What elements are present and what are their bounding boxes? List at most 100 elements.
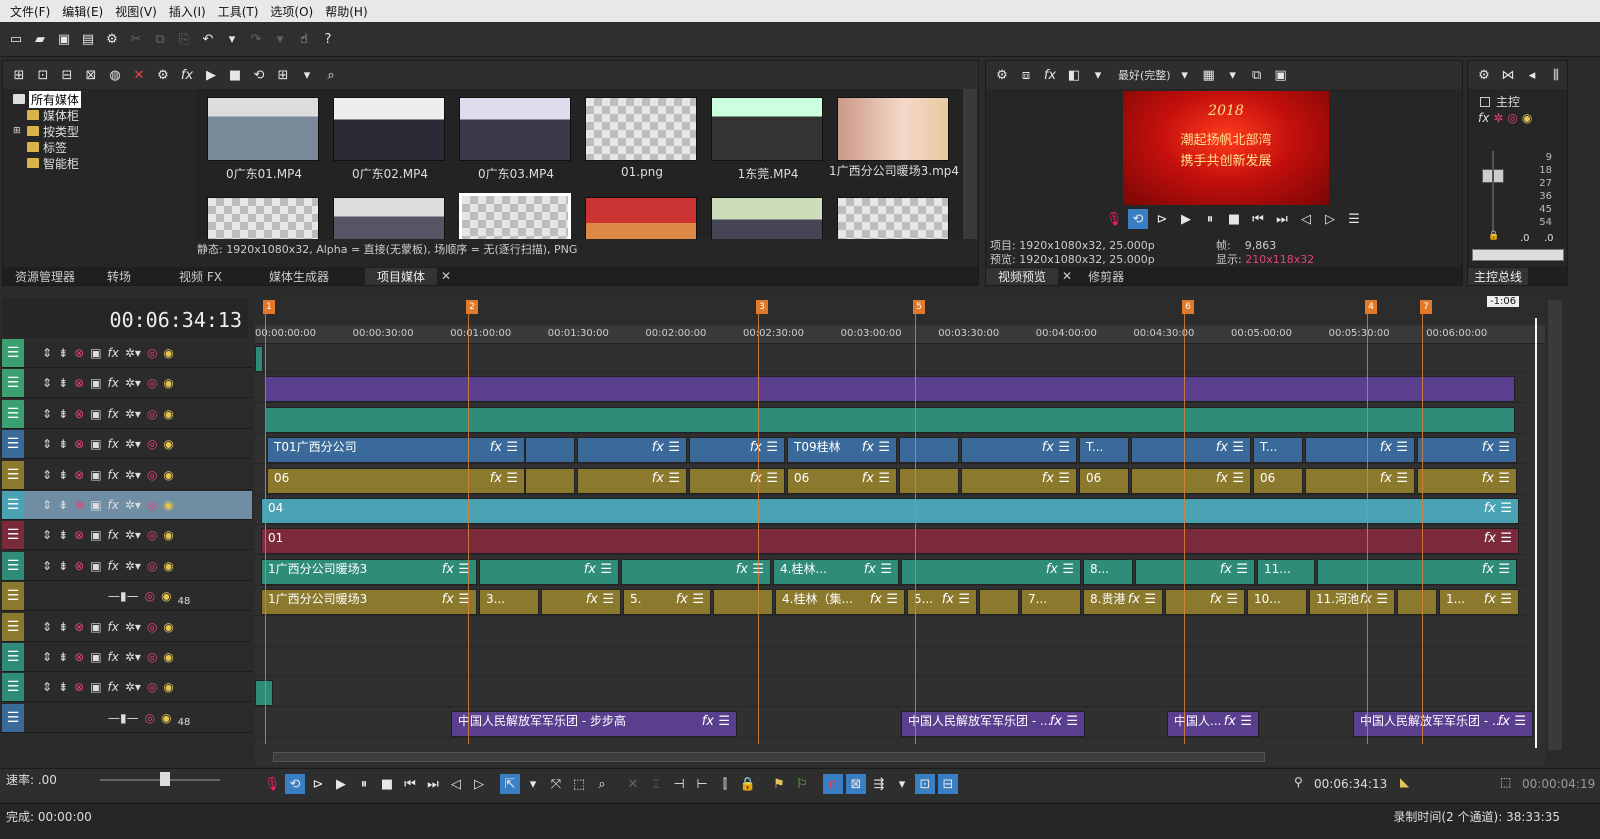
volume-slider-icon[interactable]: —▮—	[108, 711, 139, 725]
compositing-icon[interactable]: ⇟	[58, 620, 68, 634]
clip-menu-icon[interactable]: ☰	[880, 561, 892, 579]
clip-fx-icon[interactable]: fx	[676, 591, 688, 609]
playhead[interactable]	[1535, 318, 1537, 748]
compositing-mode-icon[interactable]: ✲▾	[125, 680, 141, 694]
timeline-clip[interactable]: fx☰	[1305, 467, 1415, 494]
compositing-mode-icon[interactable]: ✲▾	[125, 559, 141, 573]
timeline-clip[interactable]	[265, 376, 1515, 403]
timeline-clip[interactable]: 06 fx ☰	[787, 467, 897, 494]
fx-icon[interactable]: fx	[177, 65, 197, 85]
track-color-grip-icon[interactable]: ☰	[2, 703, 24, 732]
track-header[interactable]: ☰ ⇕ ⇟ ⊗ ▣ fx ✲▾ ◎ ◉	[2, 339, 252, 368]
loop-playback-icon[interactable]: ⟲	[285, 774, 305, 794]
capture-icon[interactable]: ⊡	[33, 65, 53, 85]
search-icon[interactable]: ⌕	[321, 65, 341, 85]
clip-menu-icon[interactable]: ☰	[602, 591, 614, 609]
go-to-end-icon[interactable]: ⏭	[1272, 209, 1292, 229]
clip-fx-icon[interactable]: fx	[1484, 500, 1496, 518]
clip-fx-icon[interactable]: fx	[750, 470, 762, 488]
thumbnail-row2-2[interactable]	[333, 197, 445, 239]
compositing-icon[interactable]: ⇟	[58, 468, 68, 482]
clip-menu-icon[interactable]: ☰	[1376, 591, 1388, 609]
undo-icon[interactable]: ↶	[198, 30, 218, 50]
timeline-clip[interactable]: fx☰	[901, 558, 1081, 585]
dim-output-icon[interactable]: ◂	[1522, 65, 1542, 85]
timeline-clip[interactable]: 10...	[1247, 589, 1307, 616]
remove-unused-icon[interactable]: ⊠	[81, 65, 101, 85]
clip-fx-icon[interactable]: fx	[736, 561, 748, 579]
clip-menu-icon[interactable]: ☰	[506, 439, 518, 457]
tree-item-tags[interactable]: 标签	[13, 139, 193, 155]
timeline-clip[interactable]: 5... fx ☰	[907, 589, 977, 616]
timeline-clip[interactable]: 1广西分公司暖场3 fx ☰	[261, 558, 477, 585]
clip-menu-icon[interactable]: ☰	[1498, 561, 1510, 579]
clip-menu-icon[interactable]: ☰	[718, 713, 730, 731]
prev-frame-icon[interactable]: ◁	[1296, 209, 1316, 229]
menu-options[interactable]: 选项(O)	[264, 3, 319, 20]
clip-menu-icon[interactable]: ☰	[1240, 713, 1252, 731]
record-icon[interactable]: 🎙	[262, 774, 282, 794]
master-lock-icon[interactable]: 🔒	[1488, 231, 1499, 241]
media-properties-icon[interactable]: ⚙	[153, 65, 173, 85]
play-from-start-icon[interactable]: ⊳	[308, 774, 328, 794]
ripple-edit-icon[interactable]: ⇶	[869, 774, 889, 794]
timeline-clip[interactable]: 8.贵港 fx ☰	[1083, 589, 1163, 616]
clip-fx-icon[interactable]: fx	[862, 470, 874, 488]
lock-icon[interactable]: 🔒	[738, 774, 758, 794]
insert-region-icon[interactable]: ⚐	[792, 774, 812, 794]
track-header[interactable]: ☰ ⇕ ⇟ ⊗ ▣ fx ✲▾ ◎ ◉	[2, 521, 252, 551]
automation-icon[interactable]: ◎	[147, 528, 157, 542]
thumbnail-01-png[interactable]	[585, 97, 697, 161]
clip-menu-icon[interactable]: ☰	[692, 591, 704, 609]
whats-this-icon[interactable]: ?	[318, 30, 338, 50]
tab-close-icon[interactable]: ✕	[437, 269, 455, 283]
compositing-mode-icon[interactable]: ✲▾	[125, 620, 141, 634]
timeline-clip[interactable]: fx☰	[479, 558, 619, 585]
compositing-icon[interactable]: ⇟	[58, 650, 68, 664]
timeline-clip[interactable]: fx☰	[577, 467, 687, 494]
timeline-clip[interactable]: 06 fx ☰	[267, 467, 525, 494]
bypass-icon[interactable]: ◉	[163, 437, 173, 451]
mute-icon[interactable]: ⊗	[74, 407, 84, 421]
timeline-marker[interactable]: 2	[466, 300, 478, 314]
automation-icon[interactable]: ◎	[147, 437, 157, 451]
track-header[interactable]: ☰ ⇕ ⇟ ⊗ ▣ fx ✲▾ ◎ ◉	[2, 460, 252, 490]
clip-fx-icon[interactable]: fx	[1046, 561, 1058, 579]
track-color-grip-icon[interactable]: ☰	[2, 339, 24, 367]
compositing-mode-icon[interactable]: ✲▾	[125, 376, 141, 390]
automation-icon[interactable]: ◎	[147, 468, 157, 482]
timeline-clip[interactable]: fx☰	[1131, 437, 1251, 464]
timeline-clip[interactable]: 01 fx ☰	[261, 528, 1519, 555]
mute-icon[interactable]: ⊗	[74, 620, 84, 634]
mute-icon[interactable]: ⊗	[74, 498, 84, 512]
clip-menu-icon[interactable]: ☰	[1062, 561, 1074, 579]
track-motion-icon[interactable]: ⇕	[42, 528, 52, 542]
automation-icon[interactable]: ◎	[145, 589, 155, 603]
clip-menu-icon[interactable]: ☰	[668, 470, 680, 488]
timeline-clip[interactable]: 7...	[1021, 589, 1081, 616]
edit-tool-dropdown-icon[interactable]: ▾	[523, 774, 543, 794]
clip-fx-icon[interactable]: fx	[1042, 439, 1054, 457]
timeline-clip[interactable]: 11.河池 fx ☰	[1309, 589, 1395, 616]
master-settings-icon[interactable]: ⚙	[1474, 65, 1494, 85]
solo-icon[interactable]: ▣	[90, 346, 101, 360]
clip-fx-icon[interactable]: fx	[1482, 561, 1494, 579]
import-media-icon[interactable]: ⊞	[9, 65, 29, 85]
thumbnail-dongguan[interactable]	[711, 97, 823, 161]
automation-icon[interactable]: ◎	[147, 376, 157, 390]
cut-icon[interactable]: ✂	[126, 30, 146, 50]
tab-video-fx[interactable]: 视频 FX	[167, 268, 257, 285]
clip-menu-icon[interactable]: ☰	[766, 470, 778, 488]
track-color-grip-icon[interactable]: ☰	[2, 612, 24, 641]
timeline-clip[interactable]: fx☰	[1417, 467, 1517, 494]
timeline-clip[interactable]: 4.桂林（集... fx ☰	[775, 589, 905, 616]
automation-icon[interactable]: ◎	[147, 498, 157, 512]
play-icon[interactable]: ▶	[201, 65, 221, 85]
compositing-mode-icon[interactable]: ✲▾	[125, 498, 141, 512]
timeline-clip[interactable]: 3...	[479, 589, 539, 616]
solo-icon[interactable]: ▣	[90, 498, 101, 512]
compositing-icon[interactable]: ⇟	[58, 407, 68, 421]
go-to-end-icon[interactable]: ⏭	[423, 774, 443, 794]
master-bypass-icon[interactable]: ◉	[1522, 111, 1532, 125]
mute-icon[interactable]: ⊗	[74, 650, 84, 664]
